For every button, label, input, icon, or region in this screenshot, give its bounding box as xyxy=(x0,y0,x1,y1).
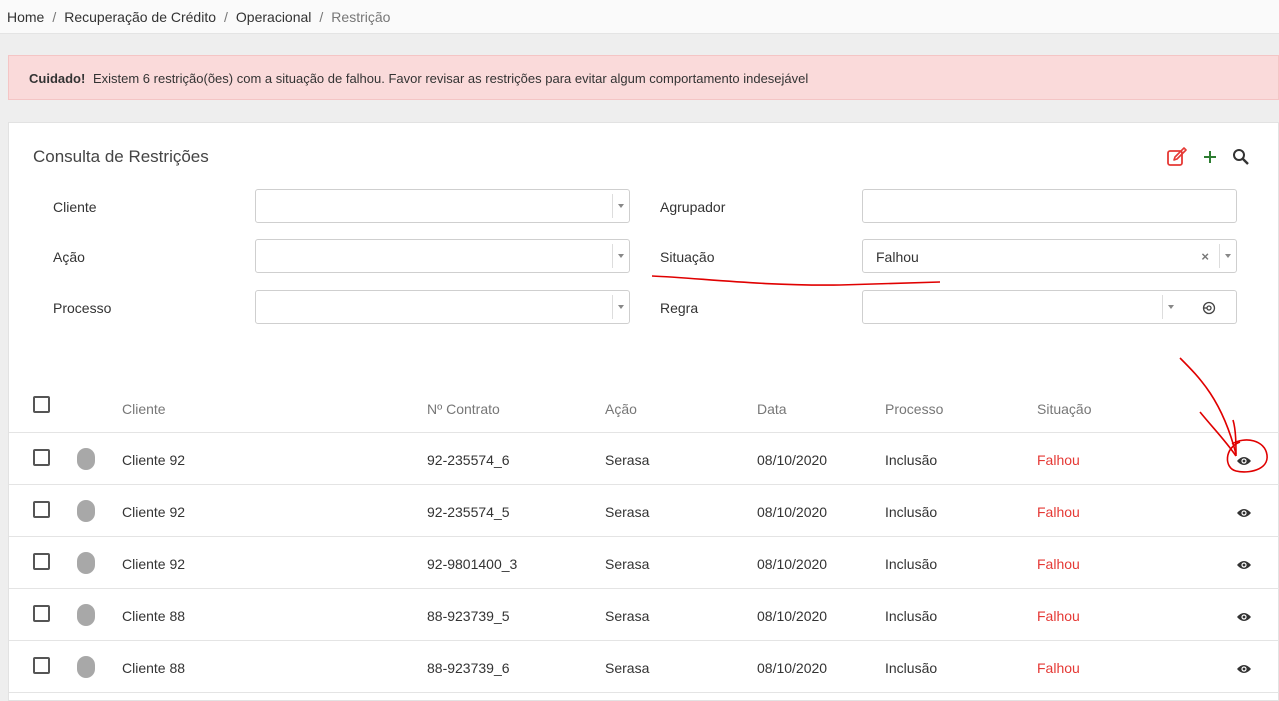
cell-contrato: 92-235574_6 xyxy=(427,452,510,468)
cell-data: 08/10/2020 xyxy=(757,556,828,572)
breadcrumb-separator: / xyxy=(319,9,324,25)
cell-processo: Inclusão xyxy=(885,504,938,520)
cell-cliente: Cliente 92 xyxy=(122,504,186,520)
acao-label: Ação xyxy=(53,249,85,265)
cliente-select[interactable] xyxy=(255,189,630,223)
breadcrumb-separator: / xyxy=(224,9,228,25)
cell-acao: Serasa xyxy=(605,556,650,572)
cell-data: 08/10/2020 xyxy=(757,452,828,468)
table-row[interactable]: Cliente 88 88-923739_5 Serasa 08/10/2020… xyxy=(9,589,1279,641)
cell-contrato: 88-923739_6 xyxy=(427,660,510,676)
header-cliente[interactable]: Cliente xyxy=(122,401,166,417)
cell-situacao: Falhou xyxy=(1037,556,1080,572)
header-acao[interactable]: Ação xyxy=(605,401,637,417)
agrupador-label: Agrupador xyxy=(660,199,726,215)
eye-icon[interactable] xyxy=(1236,662,1252,678)
processo-label: Processo xyxy=(53,300,112,316)
header-data[interactable]: Data xyxy=(757,401,787,417)
eye-icon[interactable] xyxy=(1236,454,1252,470)
cell-processo: Inclusão xyxy=(885,660,938,676)
chevron-down-icon xyxy=(1219,244,1236,268)
acao-select[interactable] xyxy=(255,239,630,273)
cell-acao: Serasa xyxy=(605,452,650,468)
cell-cliente: Cliente 92 xyxy=(122,556,186,572)
table-row[interactable]: Cliente 88 88-923739_6 Serasa 08/10/2020… xyxy=(9,641,1279,693)
row-checkbox[interactable] xyxy=(33,605,50,622)
panel-actions xyxy=(1166,147,1250,167)
page-title: Consulta de Restrições xyxy=(33,147,209,166)
row-checkbox[interactable] xyxy=(33,657,50,674)
cell-situacao: Falhou xyxy=(1037,504,1080,520)
alert-title: Cuidado! xyxy=(29,71,86,86)
header-processo[interactable]: Processo xyxy=(885,401,943,417)
header-contrato[interactable]: Nº Contrato xyxy=(427,401,500,417)
cell-situacao: Falhou xyxy=(1037,608,1080,624)
status-indicator xyxy=(77,448,95,470)
cell-situacao: Falhou xyxy=(1037,660,1080,676)
restrictions-panel: Consulta de Restrições Cliente Agrupador… xyxy=(8,122,1279,701)
cell-processo: Inclusão xyxy=(885,452,938,468)
breadcrumb: Home / Recuperação de Crédito / Operacional /… xyxy=(0,0,1279,34)
row-checkbox[interactable] xyxy=(33,553,50,570)
cell-contrato: 92-9801400_3 xyxy=(427,556,518,572)
cell-situacao: Falhou xyxy=(1037,452,1080,468)
cell-acao: Serasa xyxy=(605,504,650,520)
cell-acao: Serasa xyxy=(605,608,650,624)
situacao-select[interactable]: Falhou × xyxy=(862,239,1237,273)
cell-cliente: Cliente 88 xyxy=(122,660,186,676)
chevron-down-icon xyxy=(612,194,629,218)
cell-processo: Inclusão xyxy=(885,556,938,572)
status-indicator xyxy=(77,656,95,678)
regra-select[interactable] xyxy=(862,290,1182,324)
cell-data: 08/10/2020 xyxy=(757,608,828,624)
cell-data: 08/10/2020 xyxy=(757,504,828,520)
situacao-value: Falhou xyxy=(876,249,919,265)
table-row[interactable]: Cliente 92 92-235574_5 Serasa 08/10/2020… xyxy=(9,485,1279,537)
table-row[interactable]: Cliente 92 92-9801400_3 Serasa 08/10/202… xyxy=(9,537,1279,589)
search-icon[interactable] xyxy=(1232,148,1250,166)
chevron-down-icon xyxy=(612,244,629,268)
row-checkbox[interactable] xyxy=(33,501,50,518)
cell-processo: Inclusão xyxy=(885,608,938,624)
eye-icon[interactable] xyxy=(1236,610,1252,626)
breadcrumb-current: Restrição xyxy=(331,9,391,25)
row-checkbox[interactable] xyxy=(33,449,50,466)
clear-icon[interactable]: × xyxy=(1201,249,1209,264)
breadcrumb-operacional[interactable]: Operacional xyxy=(236,9,312,25)
table-row[interactable]: Cliente 92 92-235574_6 Serasa 08/10/2020… xyxy=(9,433,1279,485)
warning-alert: Cuidado! Existem 6 restrição(ões) com a … xyxy=(8,55,1279,100)
status-indicator xyxy=(77,552,95,574)
agrupador-input[interactable] xyxy=(862,189,1237,223)
cell-contrato: 88-923739_5 xyxy=(427,608,510,624)
alert-message: Existem 6 restrição(ões) com a situação … xyxy=(92,71,809,86)
regra-target-button[interactable] xyxy=(1181,290,1237,324)
cell-cliente: Cliente 92 xyxy=(122,452,186,468)
breadcrumb-separator: / xyxy=(52,9,57,25)
chevron-down-icon xyxy=(612,295,629,319)
situacao-label: Situação xyxy=(660,249,715,265)
chevron-down-icon xyxy=(1162,295,1179,319)
plus-icon[interactable] xyxy=(1202,149,1218,165)
status-indicator xyxy=(77,604,95,626)
eye-icon[interactable] xyxy=(1236,558,1252,574)
select-all-checkbox[interactable] xyxy=(33,396,50,413)
header-situacao[interactable]: Situação xyxy=(1037,401,1091,417)
processo-select[interactable] xyxy=(255,290,630,324)
edit-icon[interactable] xyxy=(1166,147,1188,167)
breadcrumb-recuperacao[interactable]: Recuperação de Crédito xyxy=(64,9,216,25)
cliente-label: Cliente xyxy=(53,199,97,215)
cell-acao: Serasa xyxy=(605,660,650,676)
cell-cliente: Cliente 88 xyxy=(122,608,186,624)
cell-data: 08/10/2020 xyxy=(757,660,828,676)
breadcrumb-home[interactable]: Home xyxy=(7,9,44,25)
eye-icon[interactable] xyxy=(1236,506,1252,522)
regra-label: Regra xyxy=(660,300,699,316)
status-indicator xyxy=(77,500,95,522)
cell-contrato: 92-235574_5 xyxy=(427,504,510,520)
target-icon xyxy=(1202,301,1216,315)
table-header: Cliente Nº Contrato Ação Data Processo S… xyxy=(9,388,1279,433)
